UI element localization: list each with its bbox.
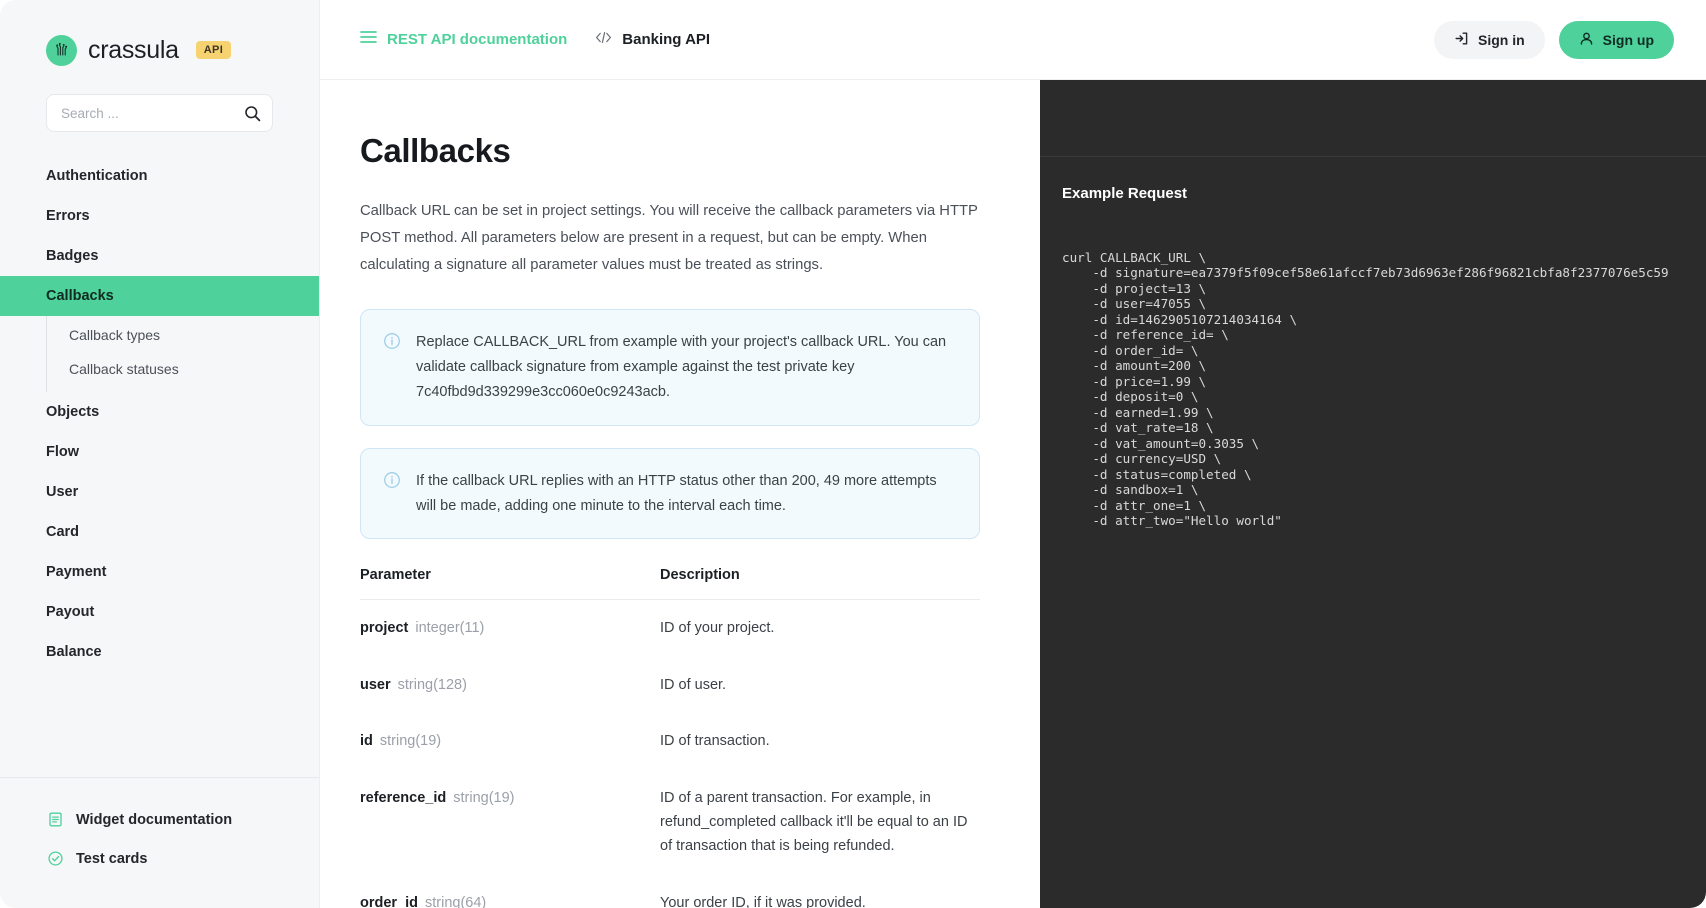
table-row: order_id string(64) Your order ID, if it … (360, 875, 980, 908)
footer-link-test-cards[interactable]: Test cards (46, 839, 273, 878)
parameter-cell: reference_id string(19) (360, 770, 660, 875)
sidebar-subnav-callbacks: Callback types Callback statuses (46, 316, 319, 392)
search-button[interactable] (242, 103, 262, 123)
table-row: id string(19) ID of transaction. (360, 713, 980, 769)
parameter-cell: order_id string(64) (360, 875, 660, 908)
column-header-parameter: Parameter (360, 567, 660, 601)
parameter-type: string(19) (379, 733, 442, 750)
sidebar-item-flow[interactable]: Flow (0, 432, 319, 472)
sidebar-footer: Widget documentation Test cards (0, 777, 319, 908)
parameter-type: string(19) (453, 789, 515, 806)
login-icon (1454, 31, 1469, 49)
sidebar-item-user[interactable]: User (0, 472, 319, 512)
parameter-name: reference_id (360, 789, 447, 806)
callout-text: If the callback URL replies with an HTTP… (416, 472, 937, 514)
code-panel-title: Example Request (1062, 185, 1188, 202)
parameter-cell: user string(128) (360, 657, 660, 713)
sidebar-item-callbacks[interactable]: Callbacks (0, 276, 319, 316)
sign-in-label: Sign in (1478, 31, 1525, 48)
parameters-table: Parameter Description project integer(11)… (360, 567, 980, 908)
description-cell: ID of user. (660, 676, 727, 693)
sidebar-item-card[interactable]: Card (0, 512, 319, 552)
sidebar-item-payout[interactable]: Payout (0, 592, 319, 632)
sidebar-item-objects[interactable]: Objects (0, 392, 319, 432)
table-row: user string(128) ID of user. (360, 657, 980, 713)
documentation-column: Callbacks Callback URL can be set in pro… (320, 80, 1040, 908)
intro-paragraph: Callback URL can be set in project setti… (360, 203, 978, 273)
check-circle-icon (46, 849, 65, 868)
content-split: Callbacks Callback URL can be set in pro… (320, 80, 1706, 908)
breadcrumb-primary[interactable]: REST API documentation (360, 30, 567, 49)
api-badge: API (195, 41, 232, 59)
sidebar-subitem-callback-types[interactable]: Callback types (47, 318, 319, 352)
callout-retry-policy: If the callback URL replies with an HTTP… (360, 447, 980, 540)
info-icon (383, 471, 401, 489)
parameter-name: id (360, 733, 373, 750)
callout-signature-key: Replace CALLBACK_URL from example with y… (360, 308, 980, 426)
brand-name: crassula (88, 35, 179, 64)
sign-up-label: Sign up (1602, 31, 1654, 48)
description-cell: ID of transaction. (660, 733, 770, 750)
topbar: REST API documentation Banking API Sign … (320, 0, 1706, 80)
code-panel-body: Example Request curl CALLBACK_URL \ -d s… (1040, 157, 1706, 529)
sidebar: crassula API Authentication Errors Badge… (0, 0, 320, 908)
table-row: project integer(11) ID of your project. (360, 600, 980, 657)
brand[interactable]: crassula API (0, 0, 319, 72)
example-request-panel: Example Request curl CALLBACK_URL \ -d s… (1040, 80, 1706, 908)
parameter-name: project (360, 620, 409, 637)
parameter-cell: id string(19) (360, 713, 660, 769)
code-block[interactable]: curl CALLBACK_URL \ -d signature=ea7379f… (1062, 250, 1706, 529)
app-window: crassula API Authentication Errors Badge… (0, 0, 1706, 908)
main-area: REST API documentation Banking API Sign … (320, 0, 1706, 908)
breadcrumb-secondary-label: Banking API (622, 31, 711, 48)
info-icon (383, 332, 401, 350)
code-panel-header-gap (1040, 80, 1706, 157)
sidebar-item-badges[interactable]: Badges (0, 236, 319, 276)
table-row: reference_id string(19) ID of a parent tr… (360, 770, 980, 875)
breadcrumb-primary-label: REST API documentation (387, 31, 568, 48)
description-cell: Your order ID, if it was provided. (660, 894, 866, 908)
footer-link-label: Widget documentation (76, 811, 233, 828)
sidebar-item-payment[interactable]: Payment (0, 552, 319, 592)
column-header-description: Description (660, 567, 980, 601)
parameter-type: string(128) (397, 676, 467, 693)
footer-link-label: Test cards (76, 850, 148, 867)
description-cell: ID of your project. (660, 620, 775, 637)
sidebar-item-authentication[interactable]: Authentication (0, 156, 319, 196)
footer-link-widget-documentation[interactable]: Widget documentation (46, 800, 273, 839)
parameter-cell: project integer(11) (360, 600, 660, 657)
user-icon (1579, 31, 1594, 49)
sign-in-button[interactable]: Sign in (1434, 20, 1545, 59)
search-icon (244, 105, 260, 121)
parameter-type: integer(11) (415, 620, 485, 637)
callout-text: Replace CALLBACK_URL from example with y… (416, 333, 947, 400)
page-title: Callbacks (360, 132, 511, 169)
search-container (46, 94, 273, 132)
parameter-name: user (360, 676, 391, 693)
parameter-name: order_id (360, 894, 419, 908)
breadcrumb-secondary[interactable]: Banking API (595, 31, 710, 49)
table-header-row: Parameter Description (360, 567, 980, 601)
crassula-plant-logo-icon (46, 34, 77, 66)
sidebar-subitem-callback-statuses[interactable]: Callback statuses (47, 352, 319, 386)
code-tag-icon (595, 31, 612, 49)
search-input[interactable] (46, 94, 273, 132)
sidebar-nav: Authentication Errors Badges Callbacks C… (0, 156, 319, 777)
parameter-type: string(64) (425, 894, 487, 908)
description-cell: ID of a parent transaction. For example,… (660, 789, 968, 855)
hamburger-menu-icon[interactable] (360, 30, 377, 49)
sidebar-item-balance[interactable]: Balance (0, 632, 319, 672)
sign-up-button[interactable]: Sign up (1558, 20, 1674, 59)
sidebar-item-errors[interactable]: Errors (0, 196, 319, 236)
document-icon (46, 810, 65, 829)
